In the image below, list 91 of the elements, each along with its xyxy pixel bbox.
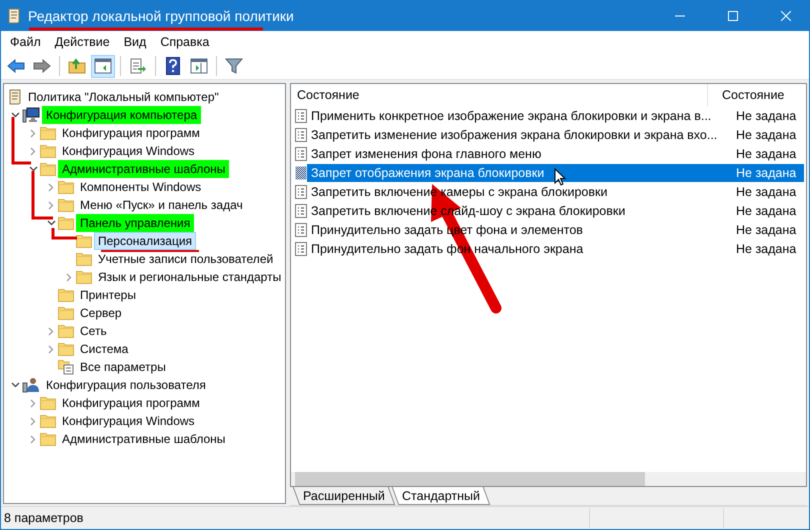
window-title: Редактор локальной групповой политики <box>28 8 295 24</box>
policy-setting-icon <box>295 184 307 198</box>
tree-item[interactable]: Учетные записи пользователей <box>94 250 278 268</box>
folder-icon <box>58 216 74 230</box>
tree-pane-icon <box>94 58 112 74</box>
setting-state: Не задана <box>735 108 798 124</box>
tree-item[interactable]: Конфигурация компьютера <box>42 106 202 124</box>
mouse-cursor-icon <box>554 168 566 186</box>
setting-state: Не задана <box>735 146 798 162</box>
folder-icon <box>58 324 74 338</box>
menu-item[interactable]: Действие <box>48 33 117 51</box>
setting-name[interactable]: Запретить изменение изображения экрана блокировки и экрана вхо... <box>307 126 720 144</box>
folder-icon <box>58 306 74 320</box>
policy-setting-icon <box>295 108 307 122</box>
back-arrow-icon <box>7 59 25 73</box>
forward-arrow-icon <box>33 59 51 73</box>
setting-name[interactable]: Запрет изменения фона главного меню <box>307 144 720 162</box>
folder-icon <box>76 270 92 284</box>
chevron-down-icon[interactable] <box>10 112 20 118</box>
filter-icon <box>225 58 243 74</box>
policy-setting-icon <box>295 222 307 236</box>
setting-state: Не задана <box>735 240 798 258</box>
close-icon <box>781 11 791 21</box>
tree-item[interactable]: Язык и региональные стандарты <box>94 268 286 286</box>
policy-setting-icon <box>295 242 307 256</box>
export-list-icon <box>129 58 147 74</box>
folder-icon <box>40 414 56 428</box>
policy-setting-icon <box>295 128 307 142</box>
scroll-icon <box>8 89 22 105</box>
computer-icon <box>22 107 40 123</box>
column-header[interactable]: Состояние <box>708 84 806 106</box>
scroll-icon <box>7 8 21 24</box>
folder-icon <box>58 288 74 302</box>
tree-item[interactable]: Конфигурация Windows <box>58 142 199 160</box>
folder-icon <box>40 396 56 410</box>
tree-item[interactable]: Персонализация <box>94 232 196 250</box>
folder-icon <box>40 126 56 140</box>
tree-item[interactable]: Меню «Пуск» и панель задач <box>76 196 247 214</box>
tree-item[interactable]: Конфигурация Windows <box>58 412 199 430</box>
tree-item[interactable]: Конфигурация программ <box>58 124 204 142</box>
tree-item[interactable]: Политика "Локальный компьютер" <box>24 88 223 106</box>
tree-item[interactable]: Компоненты Windows <box>76 178 206 196</box>
maximize-icon <box>728 11 738 21</box>
bracket-line <box>32 171 53 220</box>
tree-item[interactable]: Сервер <box>76 304 126 322</box>
tree-item[interactable]: Конфигурация программ <box>58 394 204 412</box>
tree-item[interactable]: Система <box>76 340 132 358</box>
status-text: 8 параметров <box>3 511 84 525</box>
chevron-right-icon[interactable] <box>66 272 72 282</box>
folder-icon <box>40 144 56 158</box>
folder-up-icon <box>68 58 86 74</box>
policy-setting-icon <box>295 204 307 218</box>
folder-icon <box>58 342 74 356</box>
folder-icon <box>76 234 92 248</box>
settings-list-icon <box>58 359 74 375</box>
setting-state: Не задана <box>735 184 798 200</box>
menu-item[interactable]: Файл <box>3 33 48 51</box>
tree-item[interactable]: Принтеры <box>76 286 140 304</box>
menu-item[interactable]: Справка <box>153 33 216 51</box>
tree-item[interactable]: Все параметры <box>76 358 170 376</box>
folder-icon <box>40 162 56 176</box>
help-icon <box>166 57 180 75</box>
column-header[interactable]: Состояние <box>291 84 708 106</box>
tree-item[interactable]: Сеть <box>76 322 111 340</box>
user-icon <box>22 377 40 393</box>
horizontal-scrollbar[interactable] <box>291 472 806 486</box>
policy-setting-icon <box>295 166 307 180</box>
menu-item[interactable]: Вид <box>116 33 154 51</box>
folder-icon <box>58 180 74 194</box>
folder-icon <box>40 432 56 446</box>
folder-icon <box>76 252 92 266</box>
setting-name[interactable]: Применить конкретное изображение экрана блокировки и экрана в... <box>307 106 720 124</box>
setting-name[interactable]: Запрет отображения экрана блокировки <box>307 164 720 182</box>
action-pane-icon <box>190 58 208 74</box>
chevron-down-icon[interactable] <box>28 166 38 172</box>
setting-state: Не задана <box>735 202 798 220</box>
tree-item[interactable]: Панель управления <box>76 214 194 232</box>
bracket-line <box>52 228 77 240</box>
folder-icon <box>58 198 74 212</box>
setting-state: Не задана <box>735 126 798 144</box>
setting-state: Не задана <box>735 222 798 238</box>
tree-item[interactable]: Административные шаблоны <box>58 430 230 448</box>
setting-state: Не задана <box>720 164 804 182</box>
tree-item[interactable]: Административные шаблоны <box>58 160 230 178</box>
chevron-down-icon[interactable] <box>46 220 56 226</box>
view-tab[interactable]: Расширенный <box>292 487 396 505</box>
bracket-line <box>12 117 31 164</box>
view-tab[interactable]: Стандартный <box>392 487 490 505</box>
tree-item[interactable]: Конфигурация пользователя <box>42 376 210 394</box>
policy-setting-icon <box>295 146 307 160</box>
chevron-down-icon[interactable] <box>10 382 20 388</box>
